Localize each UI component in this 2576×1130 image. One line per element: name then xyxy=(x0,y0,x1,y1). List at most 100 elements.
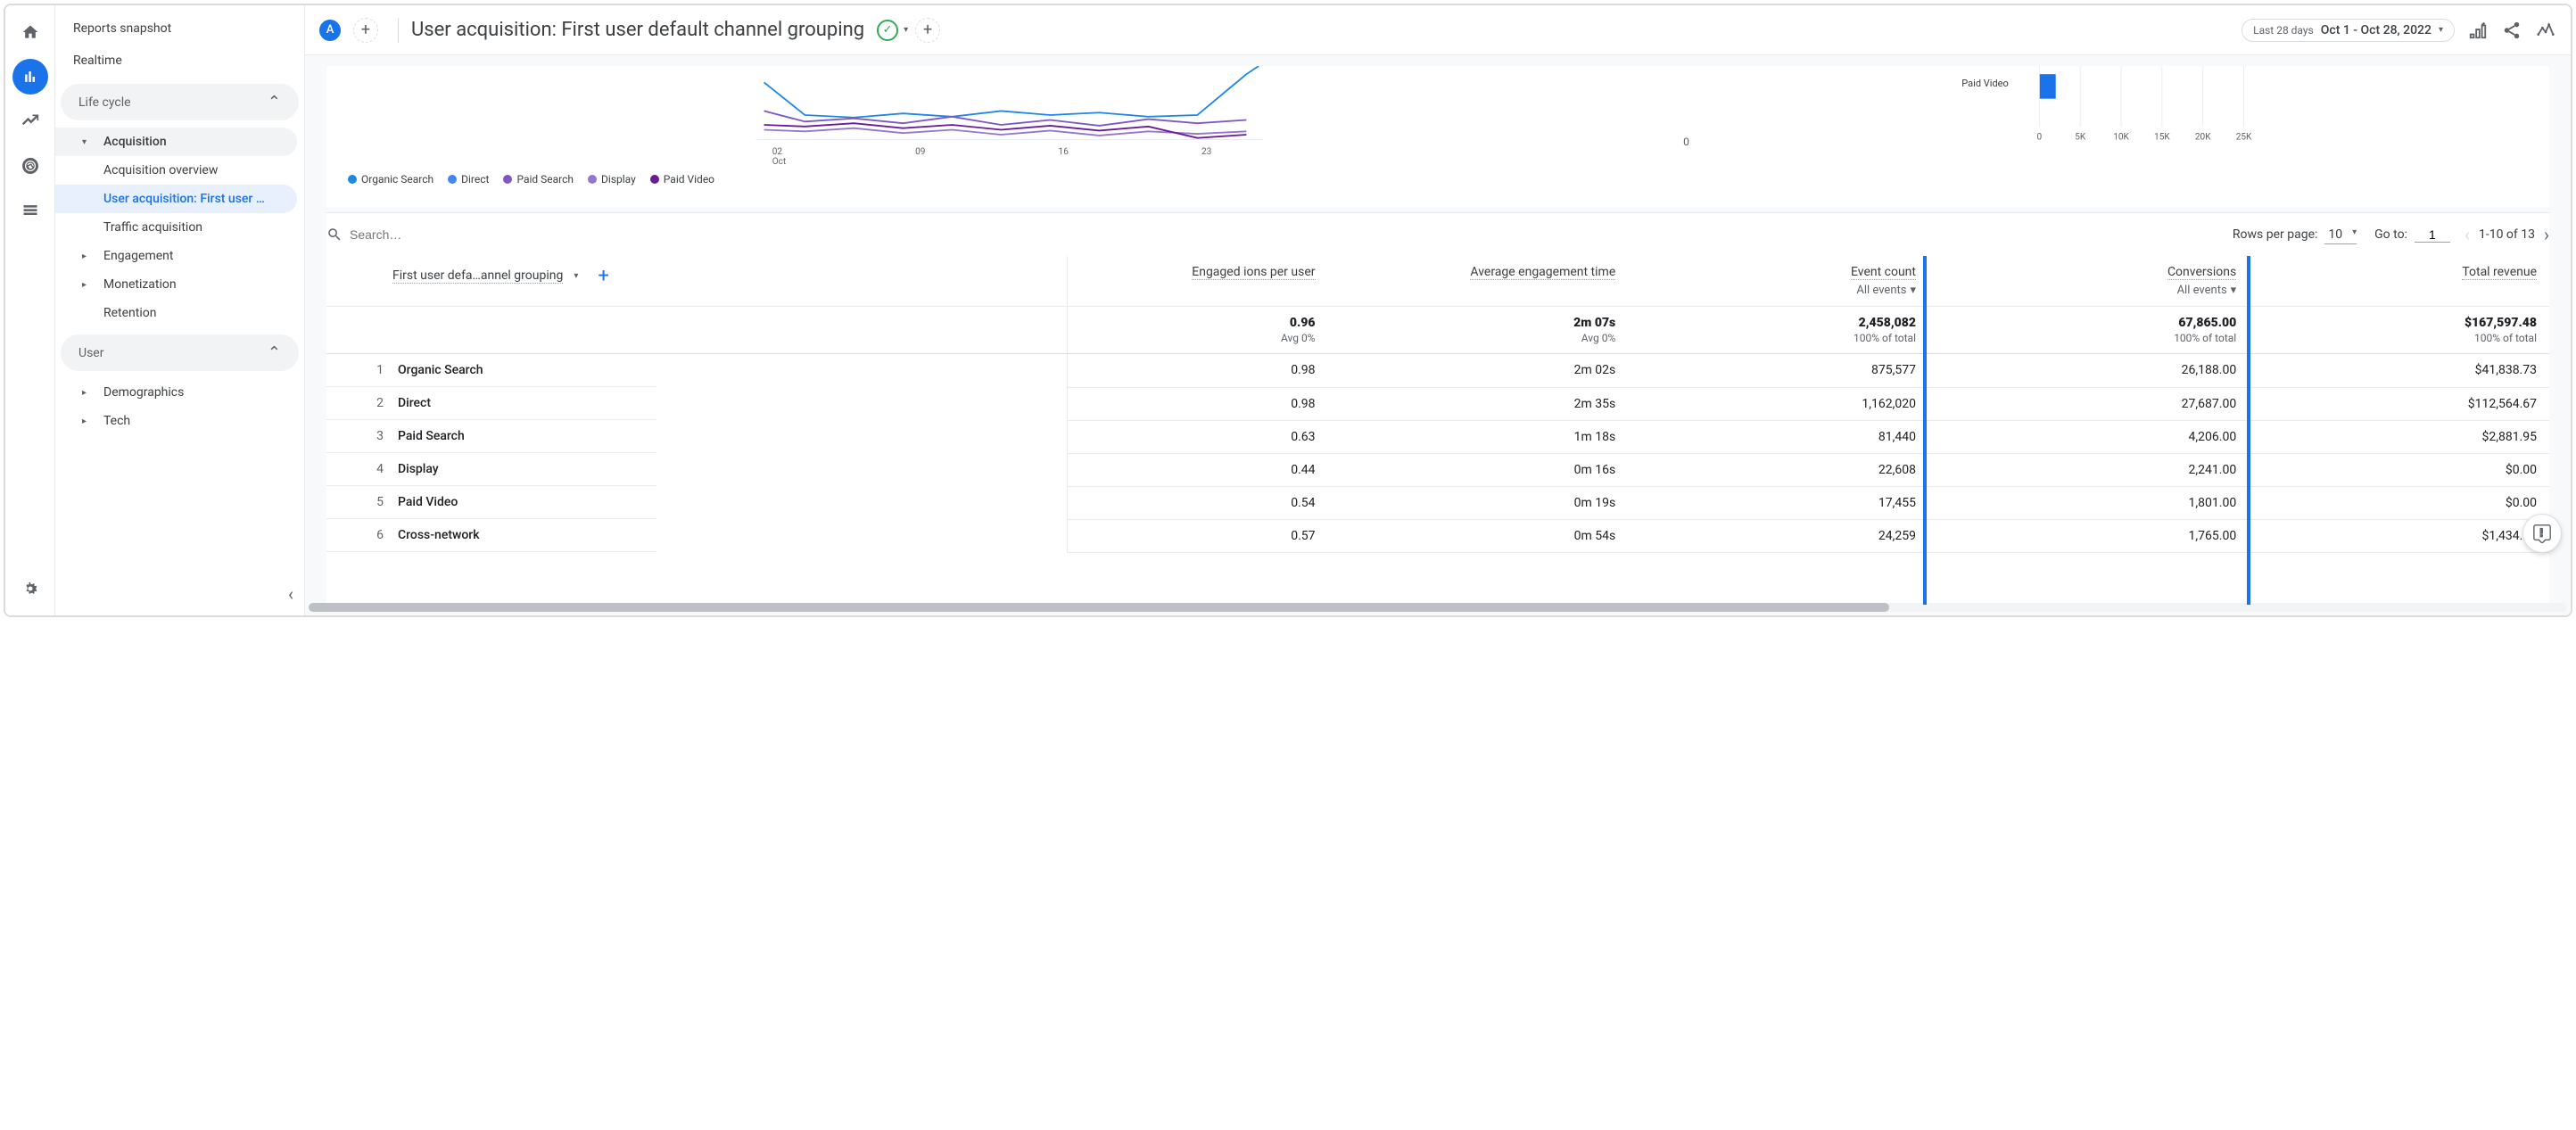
sidebar-item-retention[interactable]: Retention xyxy=(55,299,297,327)
page-title: User acquisition: First user default cha… xyxy=(411,19,864,41)
sidebar-item-traffic-acquisition[interactable]: Traffic acquisition xyxy=(55,213,297,242)
sidebar-group-demographics[interactable]: ▸ Demographics xyxy=(55,378,297,407)
sidebar-group-tech[interactable]: ▸ Tech xyxy=(55,407,297,435)
col-header-event-count[interactable]: Event count xyxy=(1851,265,1916,280)
svg-text:0: 0 xyxy=(2037,133,2043,143)
sidebar-item-acquisition-overview[interactable]: Acquisition overview xyxy=(55,156,297,185)
sidebar-group-acquisition[interactable]: ▾ Acquisition xyxy=(55,128,297,156)
date-range-value: Oct 1 - Oct 28, 2022 xyxy=(2321,23,2432,37)
legend-item[interactable]: Paid Video xyxy=(650,173,714,186)
col-header-engagement-time[interactable]: Average engagement time xyxy=(1470,265,1615,280)
report-header: A + User acquisition: First user default… xyxy=(305,5,2571,55)
advertising-icon[interactable] xyxy=(12,148,48,184)
date-range-picker[interactable]: Last 28 days Oct 1 - Oct 28, 2022 ▾ xyxy=(2242,19,2455,42)
sidebar-item-user-acquisition[interactable]: User acquisition: First user … xyxy=(55,185,297,213)
metric-cell: 0.63 xyxy=(1068,420,1328,453)
table-search[interactable] xyxy=(326,224,2233,245)
nav-rail xyxy=(5,5,55,615)
sidebar-section-user[interactable]: User ⌃ xyxy=(61,334,299,371)
metric-cell: 0m 54s xyxy=(1328,519,1629,552)
search-input[interactable] xyxy=(343,224,521,245)
metric-cell: $1,434.90 xyxy=(2249,519,2549,552)
dimension-header[interactable]: First user defa…annel grouping xyxy=(392,268,563,284)
reports-icon[interactable] xyxy=(12,59,48,95)
metric-cell: 1,765.00 xyxy=(1928,519,2249,552)
line-chart[interactable]: 02 Oct 09 16 23 Organic SearchDirectPaid… xyxy=(341,66,1678,200)
metric-cell: 0.98 xyxy=(1068,387,1328,420)
svg-text:5K: 5K xyxy=(2075,133,2086,143)
metric-cell: $0.00 xyxy=(2249,453,2549,486)
svg-text:Paid Video: Paid Video xyxy=(1961,78,2008,89)
legend-label: Display xyxy=(601,173,636,186)
status-check-icon[interactable]: ✓ xyxy=(877,20,898,41)
legend-dot xyxy=(650,175,659,184)
collapse-sidebar-button[interactable]: ‹ xyxy=(288,583,293,605)
segment-badge[interactable]: A xyxy=(319,20,341,41)
metric-cell: 26,188.00 xyxy=(1928,354,2249,388)
col-header-engaged[interactable]: Engaged ions per user xyxy=(1192,265,1315,280)
add-comparison-button[interactable]: + xyxy=(353,18,378,43)
share-icon[interactable] xyxy=(2501,20,2522,41)
feedback-button[interactable] xyxy=(2522,514,2562,553)
table-row[interactable]: 5Paid Video0.540m 19s17,4551,801.00$0.00 xyxy=(326,486,2549,519)
add-filter-button[interactable]: + xyxy=(915,18,940,43)
goto-input[interactable] xyxy=(2415,227,2450,243)
channel-name: Paid Search xyxy=(398,429,465,443)
caret-right-icon: ▸ xyxy=(82,417,96,426)
legend-dot xyxy=(503,175,512,184)
col-header-conversions[interactable]: Conversions xyxy=(2167,265,2236,280)
metric-cell: 17,455 xyxy=(1628,486,1928,519)
bar-chart[interactable]: Paid Video 0 5K 10K 15K 20K 25K xyxy=(1699,66,2535,200)
row-index: 1 xyxy=(339,363,384,377)
goto-label: Go to: xyxy=(2374,227,2407,242)
admin-gear-icon[interactable] xyxy=(12,571,48,606)
legend-item[interactable]: Paid Search xyxy=(503,173,574,186)
row-index: 6 xyxy=(339,528,384,542)
sidebar-item-realtime[interactable]: Realtime xyxy=(55,45,304,77)
pager-text: 1-10 of 13 xyxy=(2479,227,2535,242)
next-page-button[interactable]: › xyxy=(2544,224,2549,245)
configure-icon[interactable] xyxy=(12,193,48,228)
metric-cell: 2m 35s xyxy=(1328,387,1629,420)
status-dropdown-icon[interactable]: ▾ xyxy=(904,25,908,35)
table-row[interactable]: 2Direct0.982m 35s1,162,02027,687.00$112,… xyxy=(326,387,2549,420)
metric-cell: 0.54 xyxy=(1068,486,1328,519)
main-content: A + User acquisition: First user default… xyxy=(305,5,2571,615)
svg-text:25K: 25K xyxy=(2236,133,2252,143)
channel-name: Display xyxy=(398,462,439,476)
home-icon[interactable] xyxy=(12,14,48,50)
legend-item[interactable]: Display xyxy=(588,173,636,186)
svg-text:02: 02 xyxy=(772,147,783,157)
prev-page-button[interactable]: ‹ xyxy=(2465,224,2470,245)
chevron-down-icon[interactable]: ▾ xyxy=(2231,284,2237,297)
rows-per-page-select[interactable]: 10 xyxy=(2324,226,2357,244)
table-row[interactable]: 3Paid Search0.631m 18s81,4404,206.00$2,8… xyxy=(326,420,2549,453)
legend-dot xyxy=(588,175,597,184)
chevron-down-icon[interactable]: ▾ xyxy=(1910,284,1916,297)
data-table-container: First user defa…annel grouping ▾ + Engag… xyxy=(326,256,2549,605)
sidebar-group-engagement[interactable]: ▸ Engagement xyxy=(55,242,297,270)
table-row[interactable]: 4Display0.440m 16s22,6082,241.00$0.00 xyxy=(326,453,2549,486)
horizontal-scrollbar[interactable] xyxy=(309,603,2567,612)
add-dimension-button[interactable]: + xyxy=(598,265,608,287)
sidebar-group-monetization[interactable]: ▸ Monetization xyxy=(55,270,297,299)
legend-label: Paid Search xyxy=(516,173,574,186)
channel-name: Organic Search xyxy=(398,363,483,377)
dimension-dropdown-icon[interactable]: ▾ xyxy=(574,271,578,281)
report-body: 02 Oct 09 16 23 Organic SearchDirectPaid… xyxy=(305,55,2571,615)
row-index: 2 xyxy=(339,396,384,410)
caret-right-icon: ▸ xyxy=(82,280,96,290)
legend-item[interactable]: Organic Search xyxy=(348,173,433,186)
group-label: Retention xyxy=(103,306,157,320)
legend-item[interactable]: Direct xyxy=(448,173,489,186)
table-row[interactable]: 1Organic Search0.982m 02s875,57726,188.0… xyxy=(326,354,2549,388)
table-row[interactable]: 6Cross-network0.570m 54s24,2591,765.00$1… xyxy=(326,519,2549,552)
row-index: 3 xyxy=(339,429,384,443)
sidebar-item-snapshot[interactable]: Reports snapshot xyxy=(55,12,304,45)
scrollbar-thumb[interactable] xyxy=(309,603,1889,612)
sidebar-section-life-cycle[interactable]: Life cycle ⌃ xyxy=(61,84,299,120)
explore-icon[interactable] xyxy=(12,103,48,139)
col-header-revenue[interactable]: Total revenue xyxy=(2462,265,2537,280)
customize-report-icon[interactable] xyxy=(2467,20,2489,41)
insights-icon[interactable] xyxy=(2535,20,2556,41)
